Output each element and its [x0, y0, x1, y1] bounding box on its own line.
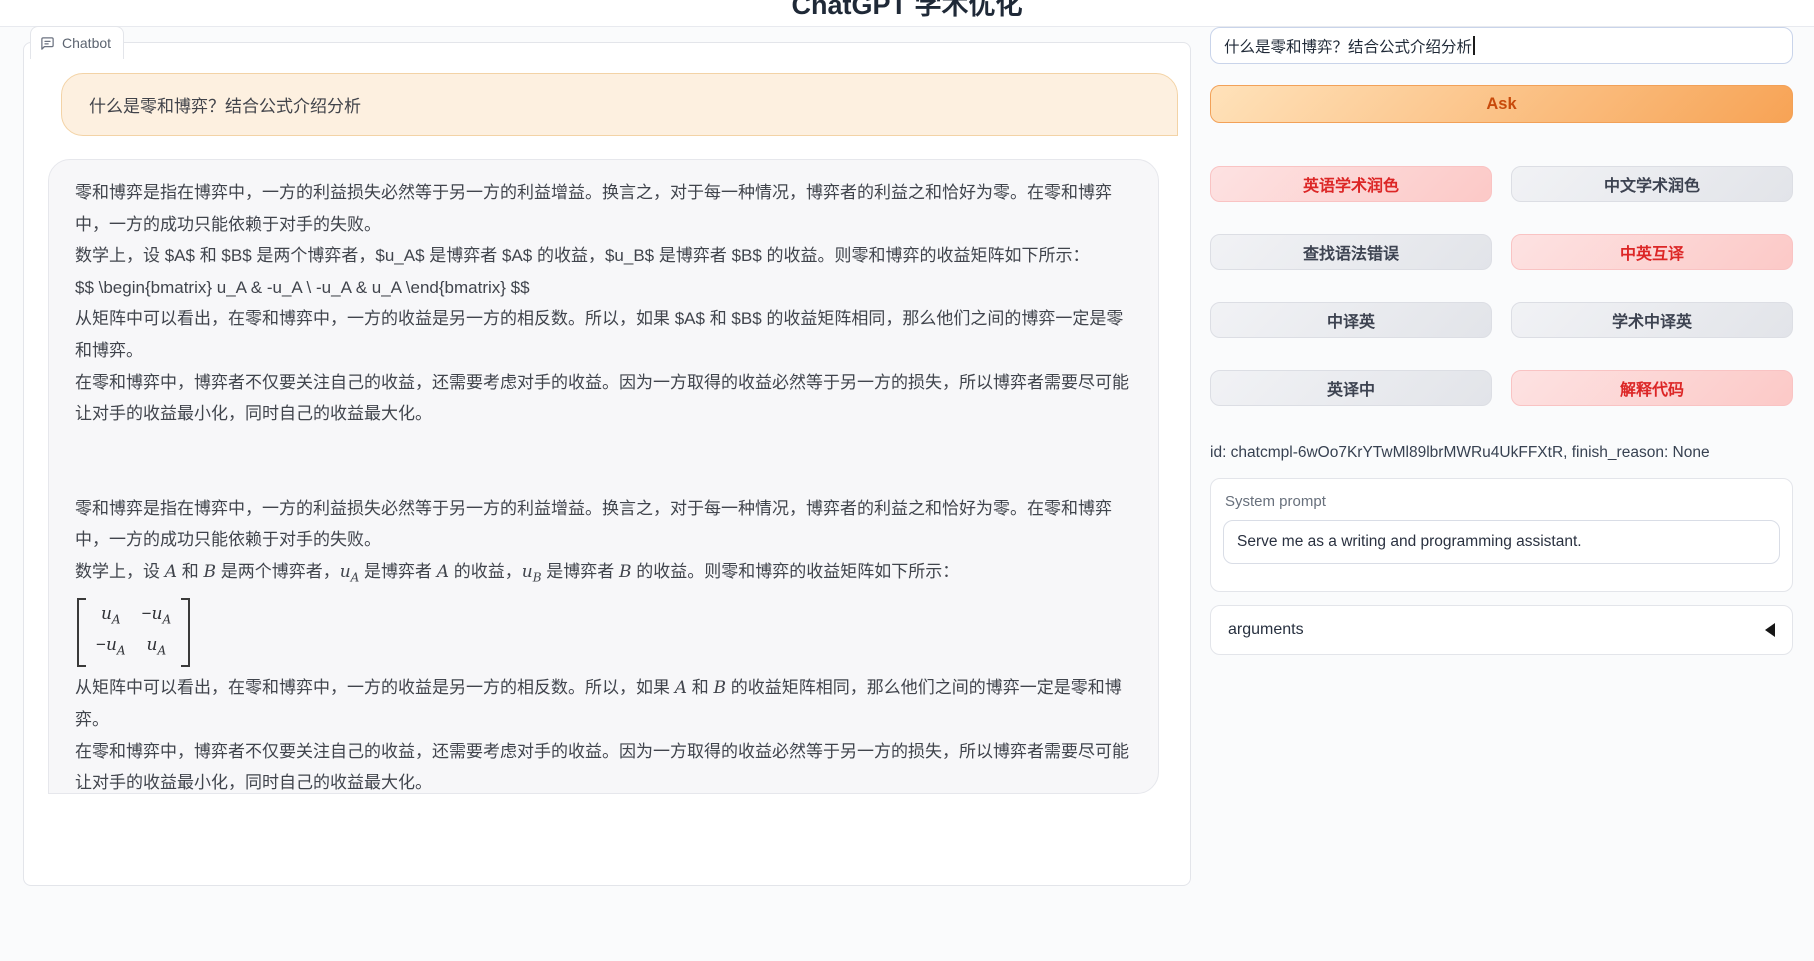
query-input-value: 什么是零和博弈？结合公式介绍分析	[1224, 35, 1472, 57]
system-prompt-card: System prompt	[1210, 478, 1793, 592]
inline-math: A	[165, 562, 177, 581]
bot-message-rendered-block: 零和博弈是指在博弈中，一方的利益损失必然等于另一方的利益增益。换言之，对于每一种…	[75, 493, 1132, 794]
bot-message-raw-block: 零和博弈是指在博弈中，一方的利益损失必然等于另一方的利益增益。换言之，对于每一种…	[75, 177, 1132, 430]
quick-button-english-academic-polish[interactable]: 英语学术润色	[1210, 166, 1492, 202]
block-spacer	[75, 430, 1132, 493]
inline-math: B	[619, 562, 632, 581]
message-paragraph: 从矩阵中可以看出，在零和博弈中，一方的收益是另一方的相反数。所以，如果 A 和 …	[75, 672, 1132, 736]
matrix-cell: uA	[96, 601, 126, 632]
quick-button-explain-code[interactable]: 解释代码	[1511, 370, 1793, 406]
arguments-accordion-header[interactable]: arguments	[1210, 605, 1793, 655]
system-prompt-label: System prompt	[1225, 493, 1780, 510]
quick-button-find-grammar-errors[interactable]: 查找语法错误	[1210, 234, 1492, 270]
quick-button-english-to-chinese[interactable]: 英译中	[1210, 370, 1492, 406]
payoff-matrix: uA −uA −uA uA	[77, 598, 190, 667]
inline-math: −uA	[142, 604, 172, 623]
system-prompt-input[interactable]	[1223, 520, 1780, 564]
matrix-left-bracket	[77, 598, 86, 667]
message-paragraph: 从矩阵中可以看出，在零和博弈中，一方的收益是另一方的相反数。所以，如果 $A$ …	[75, 303, 1132, 366]
inline-math: uB	[522, 562, 542, 581]
arguments-accordion-label: arguments	[1228, 621, 1304, 639]
matrix-cells: uA −uA −uA uA	[86, 598, 181, 667]
text-cursor	[1473, 36, 1475, 55]
chatbot-label: Chatbot	[62, 35, 111, 51]
message-paragraph: 在零和博弈中，博弈者不仅要关注自己的收益，还需要考虑对手的收益。因为一方取得的收…	[75, 736, 1132, 794]
inline-math: A	[675, 678, 687, 697]
quick-button-chinese-to-english[interactable]: 中译英	[1210, 302, 1492, 338]
quick-button-chinese-english-mutual-translate[interactable]: 中英互译	[1511, 234, 1793, 270]
response-status-text: id: chatcmpl-6wOo7KrYTwMl89lbrMWRu4UkFFX…	[1210, 444, 1793, 462]
matrix-cell: −uA	[142, 601, 172, 632]
ask-button[interactable]: Ask	[1210, 85, 1793, 123]
message-paragraph: 零和博弈是指在博弈中，一方的利益损失必然等于另一方的利益增益。换言之，对于每一种…	[75, 493, 1132, 556]
inline-math: uA	[101, 604, 121, 623]
user-message-text: 什么是零和博弈？结合公式介绍分析	[89, 92, 361, 117]
matrix-right-bracket	[181, 598, 190, 667]
page-title: ChatGPT 学术优化	[0, 0, 1814, 22]
accordion-caret-icon	[1765, 623, 1775, 637]
inline-math: B	[713, 678, 726, 697]
quick-button-chinese-academic-polish[interactable]: 中文学术润色	[1511, 166, 1793, 202]
inline-math: uA	[340, 562, 360, 581]
inline-math: uA	[147, 635, 167, 654]
chatbot-label-tab: Chatbot	[30, 26, 124, 59]
message-paragraph: $$ \begin{bmatrix} u_A & -u_A \ -u_A & u…	[75, 272, 1132, 304]
inline-math: −uA	[96, 635, 126, 654]
chatbot-panel: Chatbot 什么是零和博弈？结合公式介绍分析 零和博弈是指在博弈中，一方的利…	[23, 42, 1191, 886]
bot-message-bubble: 零和博弈是指在博弈中，一方的利益损失必然等于另一方的利益增益。换言之，对于每一种…	[48, 159, 1159, 794]
matrix-cell: −uA	[96, 632, 126, 663]
matrix-cell: uA	[142, 632, 172, 663]
top-strip: ChatGPT 学术优化	[0, 0, 1814, 27]
message-paragraph: 数学上，设 A 和 B 是两个博弈者，uA 是博弈者 A 的收益，uB 是博弈者…	[75, 556, 1132, 594]
quick-button-grid: 英语学术润色中文学术润色查找语法错误中英互译中译英学术中译英英译中解释代码	[1210, 166, 1793, 406]
query-input[interactable]: 什么是零和博弈？结合公式介绍分析	[1210, 27, 1793, 64]
message-paragraph: 数学上，设 $A$ 和 $B$ 是两个博弈者，$u_A$ 是博弈者 $A$ 的收…	[75, 240, 1132, 272]
user-message-bubble: 什么是零和博弈？结合公式介绍分析	[61, 73, 1178, 136]
quick-button-academic-chinese-to-english[interactable]: 学术中译英	[1511, 302, 1793, 338]
chat-bubble-icon	[40, 36, 55, 51]
message-paragraph: 零和博弈是指在博弈中，一方的利益损失必然等于另一方的利益增益。换言之，对于每一种…	[75, 177, 1132, 240]
inline-math: B	[203, 562, 216, 581]
message-paragraph: 在零和博弈中，博弈者不仅要关注自己的收益，还需要考虑对手的收益。因为一方取得的收…	[75, 367, 1132, 430]
inline-math: A	[437, 562, 449, 581]
